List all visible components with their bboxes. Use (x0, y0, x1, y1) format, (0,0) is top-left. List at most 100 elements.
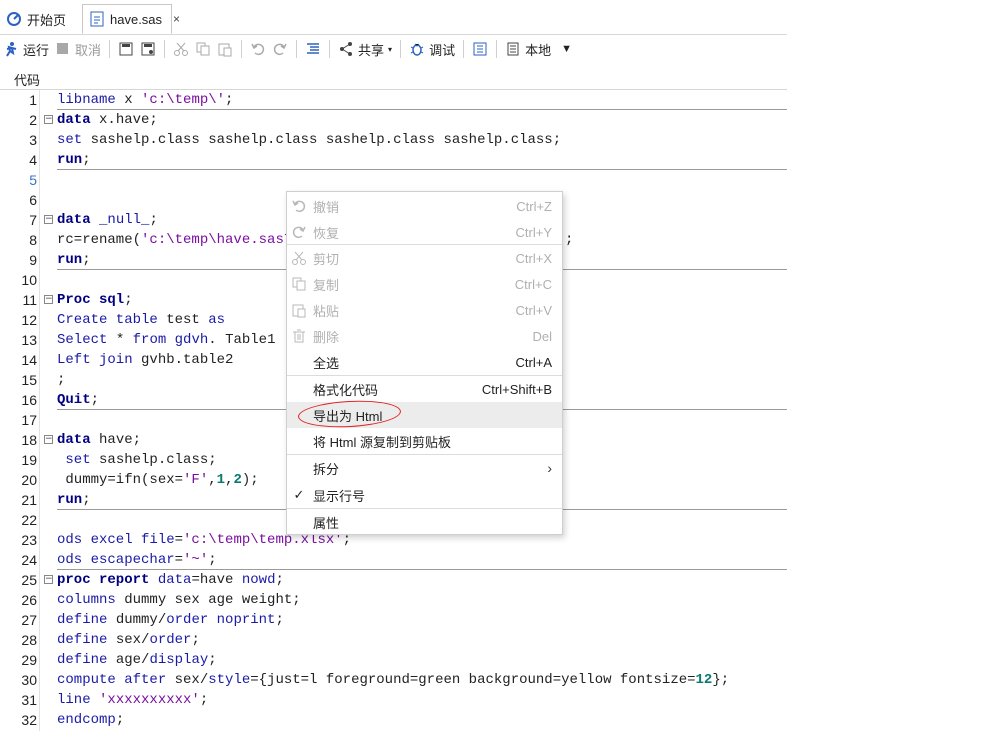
code-line[interactable]: 3 set sashelp.class sashelp.class sashelp… (0, 130, 787, 150)
copy-icon (195, 41, 211, 57)
line-number: 28 (21, 632, 37, 648)
format-code-button[interactable] (302, 37, 324, 61)
context-menu-item[interactable]: 复制 Ctrl+C (287, 271, 562, 297)
code-text: line 'xxxxxxxxxx'; (57, 692, 209, 708)
code-line[interactable]: 31 line 'xxxxxxxxxx'; (0, 690, 787, 710)
context-menu-item[interactable]: 剪切 Ctrl+X (287, 245, 562, 271)
line-number: 23 (21, 532, 37, 548)
save-as-button[interactable] (137, 37, 159, 61)
context-menu: 撤销 Ctrl+Z 恢复 Ctrl+Y 剪切 Ctrl+X 复制 Ctrl+C 粘贴 Ctrl+V… (286, 191, 563, 535)
close-icon[interactable]: × (173, 12, 180, 26)
fold-toggle-icon[interactable]: − (44, 575, 53, 584)
tab-have-sas-label: have.sas (110, 11, 163, 27)
tab-have-sas[interactable]: have.sas × (82, 4, 180, 34)
line-number: 21 (21, 492, 37, 508)
shortcut-label: Ctrl+A (515, 354, 552, 370)
context-menu-item-label: 将 Html 源复制到剪贴板 (313, 434, 451, 450)
code-line[interactable]: 24 ods escapechar='~'; (0, 550, 787, 570)
line-number: 13 (21, 332, 37, 348)
toolbar-divider (463, 40, 465, 58)
code-text: Left join gvhb.table2 (57, 352, 234, 368)
cut-button[interactable] (170, 37, 192, 61)
paste-icon (217, 41, 233, 57)
line-number: 29 (21, 652, 37, 668)
code-line[interactable]: 4 run; (0, 150, 787, 170)
line-number: 32 (21, 712, 37, 728)
code-text: Create table test as (57, 312, 226, 328)
code-text: rc=rename('c:\temp\have.sas7bd (57, 232, 310, 248)
debug-label: 调试 (429, 42, 456, 58)
fold-toggle-icon[interactable]: − (44, 295, 53, 304)
debug-button[interactable]: 调试 (406, 37, 458, 61)
tab-start-page[interactable]: 开始页 (0, 5, 72, 33)
run-button[interactable]: 运行 (0, 37, 52, 61)
line-number: 9 (29, 252, 37, 268)
context-menu-item[interactable]: 属性 (287, 509, 562, 535)
shortcut-label: Ctrl+Y (515, 224, 552, 240)
code-line[interactable]: 2− data x.have; (0, 110, 787, 130)
line-number: 26 (21, 592, 37, 608)
code-line[interactable]: 32 endcomp; (0, 710, 787, 730)
paste-button[interactable] (214, 37, 236, 61)
sas-file-icon (89, 11, 105, 27)
run-label: 运行 (23, 42, 50, 58)
chevron-right-icon: › (547, 460, 552, 476)
code-line[interactable]: 1 libname x 'c:\temp\'; (0, 90, 787, 110)
list-icon (472, 41, 488, 57)
menu-separator (287, 375, 562, 376)
context-menu-item[interactable]: 粘贴 Ctrl+V (287, 297, 562, 323)
save-button[interactable] (115, 37, 137, 61)
context-menu-item[interactable]: 拆分 › (287, 455, 562, 481)
local-label: 本地 (525, 42, 552, 58)
code-text: set sashelp.class; (65, 452, 217, 468)
context-menu-item[interactable]: 全选 Ctrl+A (287, 349, 562, 375)
code-text: proc report data=have nowd; (57, 572, 284, 588)
menu-separator (287, 454, 562, 455)
format-icon (305, 41, 321, 57)
context-menu-item[interactable]: 删除 Del (287, 323, 562, 349)
line-number: 17 (21, 412, 37, 428)
menu-separator (287, 508, 562, 509)
context-menu-item[interactable]: 格式化代码 Ctrl+Shift+B (287, 376, 562, 402)
context-menu-item[interactable]: 恢复 Ctrl+Y (287, 219, 562, 245)
line-number: 22 (21, 512, 37, 528)
toolbar-divider (329, 40, 331, 58)
code-line[interactable]: 28 define sex/order; (0, 630, 787, 650)
context-menu-item-label: 属性 (313, 515, 340, 531)
fold-toggle-icon[interactable]: − (44, 215, 53, 224)
code-text: ; (565, 232, 574, 248)
code-text: set sashelp.class sashelp.class sashelp.… (57, 132, 562, 148)
toolbar-divider (496, 40, 498, 58)
fold-toggle-icon[interactable]: − (44, 435, 53, 444)
code-line[interactable]: 5 (0, 170, 787, 190)
bug-icon (409, 41, 425, 57)
code-text: data have; (57, 432, 142, 448)
code-text: define age/display; (57, 652, 217, 668)
shortcut-label: Ctrl+C (514, 276, 552, 292)
local-select[interactable]: 本地 ▼ (502, 37, 575, 61)
line-number: 10 (21, 272, 37, 288)
context-menu-item[interactable]: ✓ 显示行号 (287, 482, 562, 508)
line-number: 15 (21, 372, 37, 388)
fold-toggle-icon[interactable]: − (44, 115, 53, 124)
redo-button[interactable] (269, 37, 291, 61)
code-line[interactable]: 30 compute after sex/style={just=l foregr… (0, 670, 787, 690)
context-menu-item[interactable]: 撤销 Ctrl+Z (287, 193, 562, 219)
undo-button[interactable] (247, 37, 269, 61)
code-line[interactable]: 27 define dummy/order noprint; (0, 610, 787, 630)
code-line[interactable]: 26 columns dummy sex age weight; (0, 590, 787, 610)
share-button[interactable]: 共享 ▾ (335, 37, 395, 61)
shortcut-label: Ctrl+X (515, 250, 552, 266)
line-number: 5 (29, 172, 37, 188)
code-text: libname x 'c:\temp\'; (57, 92, 234, 108)
code-line[interactable]: 25− proc report data=have nowd; (0, 570, 787, 590)
copy-button[interactable] (192, 37, 214, 61)
context-menu-item[interactable]: 将 Html 源复制到剪贴板 (287, 428, 562, 454)
cancel-button[interactable]: 取消 (52, 37, 104, 61)
code-tab-label[interactable]: 代码 (14, 70, 40, 89)
toolbar-divider (241, 40, 243, 58)
context-menu-item-label: 复制 (313, 277, 340, 293)
code-line[interactable]: 29 define age/display; (0, 650, 787, 670)
undo-icon (291, 198, 307, 214)
line-numbers-button[interactable] (469, 37, 491, 61)
